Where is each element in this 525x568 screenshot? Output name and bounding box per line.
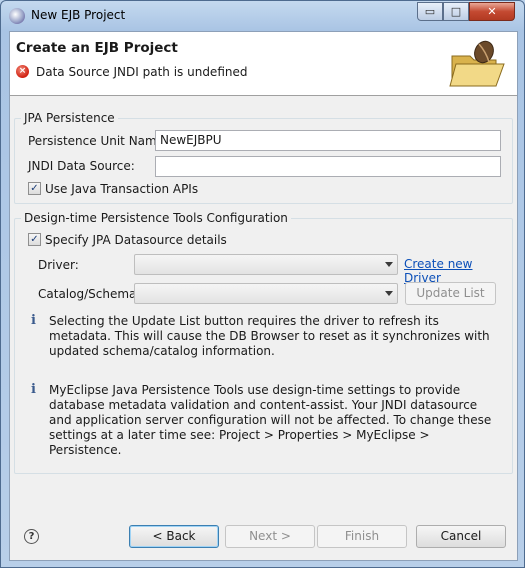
help-icon[interactable]: ?	[24, 529, 39, 544]
create-new-driver-link[interactable]: Create new Driver	[404, 257, 512, 285]
driver-select[interactable]	[134, 254, 398, 275]
title-bar[interactable]: New EJB Project ▭ □ ✕	[1, 1, 524, 30]
jpa-persistence-group: JPA Persistence Persistence Unit Name: N…	[14, 111, 513, 204]
tools-group-label: Design-time Persistence Tools Configurat…	[21, 211, 291, 225]
update-list-button[interactable]: Update List	[405, 282, 496, 305]
driver-label: Driver:	[38, 258, 79, 272]
finish-button[interactable]: Finish	[317, 525, 407, 548]
design-time-info-text: MyEclipse Java Persistence Tools use des…	[49, 383, 492, 457]
use-jta-label: Use Java Transaction APIs	[45, 182, 199, 196]
info-icon: i	[31, 313, 36, 328]
jndi-label: JNDI Data Source:	[28, 159, 135, 173]
cancel-button[interactable]: Cancel	[416, 525, 506, 548]
jndi-data-source-field[interactable]	[155, 156, 501, 177]
minimize-button[interactable]: ▭	[417, 2, 443, 21]
info-icon: i	[31, 382, 36, 397]
catalog-label: Catalog/Schema:	[38, 287, 141, 301]
close-button[interactable]: ✕	[469, 2, 515, 21]
persistence-tools-group: Design-time Persistence Tools Configurat…	[14, 211, 513, 474]
dialog-window: New EJB Project ▭ □ ✕ Create an EJB Proj…	[0, 0, 525, 568]
jpa-group-label: JPA Persistence	[21, 111, 118, 125]
folder-bean-icon	[449, 40, 505, 87]
unit-name-label: Persistence Unit Name:	[28, 134, 169, 148]
wizard-banner: Create an EJB Project × Data Source JNDI…	[10, 32, 517, 96]
error-icon: ×	[16, 65, 29, 78]
specify-datasource-checkbox[interactable]: ✓	[28, 233, 41, 246]
chevron-down-icon	[385, 291, 393, 296]
catalog-schema-select[interactable]	[134, 283, 398, 304]
use-jta-checkbox[interactable]: ✓	[28, 182, 41, 195]
window-title: New EJB Project	[31, 8, 126, 22]
specify-datasource-label: Specify JPA Datasource details	[45, 233, 227, 247]
dialog-content: Create an EJB Project × Data Source JNDI…	[9, 31, 518, 561]
persistence-unit-name-field[interactable]: NewEJBPU	[155, 130, 501, 151]
next-button[interactable]: Next >	[225, 525, 315, 548]
chevron-down-icon	[385, 262, 393, 267]
error-message: Data Source JNDI path is undefined	[36, 65, 248, 79]
maximize-button[interactable]: □	[443, 2, 469, 21]
page-title: Create an EJB Project	[16, 40, 178, 56]
eclipse-icon	[9, 8, 25, 24]
back-button[interactable]: < Back	[129, 525, 219, 548]
update-list-info-text: Selecting the Update List button require…	[49, 314, 490, 358]
